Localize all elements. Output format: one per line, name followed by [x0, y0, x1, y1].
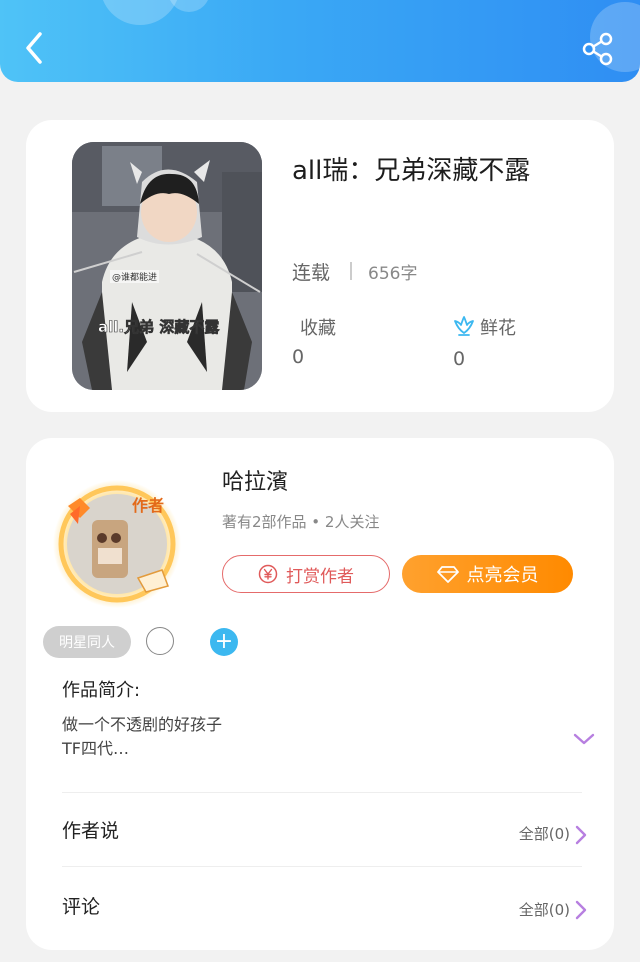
flower-count: 0 — [453, 348, 466, 370]
collect-label[interactable]: 收藏 — [300, 314, 336, 340]
book-cover-image[interactable]: @谁都能进 all.兄弟 深藏不露 — [72, 142, 262, 390]
divider — [350, 262, 352, 280]
word-count: 656字 — [368, 264, 418, 284]
collect-count: 0 — [292, 346, 305, 368]
expand-intro-button[interactable] — [571, 729, 597, 749]
comments-all-link[interactable]: 全部(0) — [519, 899, 570, 920]
flower-icon[interactable] — [452, 315, 476, 337]
intro-text: 做一个不透剧的好孩子 TF四代… — [62, 713, 222, 761]
serial-status: 连载 — [292, 262, 331, 284]
author-says-heading[interactable]: 作者说 — [62, 816, 119, 843]
intro-line-1: 做一个不透剧的好孩子 — [62, 715, 223, 734]
activate-vip-button[interactable]: 点亮会员 — [402, 555, 573, 593]
cover-watermark: @谁都能进 — [110, 270, 160, 283]
header-bubble-decoration — [100, 0, 180, 25]
author-stats: 著有2部作品 • 2人关注 — [222, 513, 380, 531]
share-button[interactable] — [580, 31, 618, 67]
divider — [62, 792, 582, 793]
author-says-all-link[interactable]: 全部(0) — [519, 823, 570, 844]
activate-vip-label: 点亮会员 — [466, 565, 539, 586]
author-badge: 作者 — [132, 496, 165, 515]
share-icon — [582, 32, 613, 66]
author-name[interactable]: 哈拉濱 — [222, 464, 288, 496]
comments-arrow[interactable] — [573, 899, 589, 921]
top-bar — [0, 0, 640, 82]
tip-author-label: 打赏作者 — [286, 566, 354, 587]
plus-icon: + — [214, 629, 234, 654]
intro-heading: 作品简介: — [62, 680, 141, 701]
book-title: all瑞：兄弟深藏不露 — [292, 156, 531, 186]
header-bubble-decoration — [168, 0, 210, 12]
chevron-left-icon — [26, 32, 42, 64]
flower-label[interactable]: 鲜花 — [480, 314, 516, 340]
divider — [62, 866, 582, 867]
diamond-icon — [436, 566, 459, 583]
chevron-right-icon — [575, 900, 587, 920]
comments-heading[interactable]: 评论 — [62, 892, 100, 919]
tip-author-button[interactable]: 打赏作者 — [222, 555, 390, 593]
author-says-arrow[interactable] — [573, 824, 589, 846]
cover-photo — [72, 142, 262, 390]
chevron-right-icon — [575, 825, 587, 845]
back-button[interactable] — [18, 28, 52, 68]
add-tag-button[interactable]: + — [210, 628, 238, 656]
cover-caption: all.兄弟 深藏不露 — [98, 318, 220, 337]
author-avatar[interactable]: 作者 — [50, 478, 184, 608]
yen-coin-icon — [258, 564, 278, 584]
category-tag[interactable]: 明星同人 — [43, 626, 131, 658]
intro-line-2: TF四代… — [62, 739, 129, 758]
chevron-down-icon — [573, 733, 595, 745]
empty-tag-slot[interactable] — [146, 627, 174, 655]
